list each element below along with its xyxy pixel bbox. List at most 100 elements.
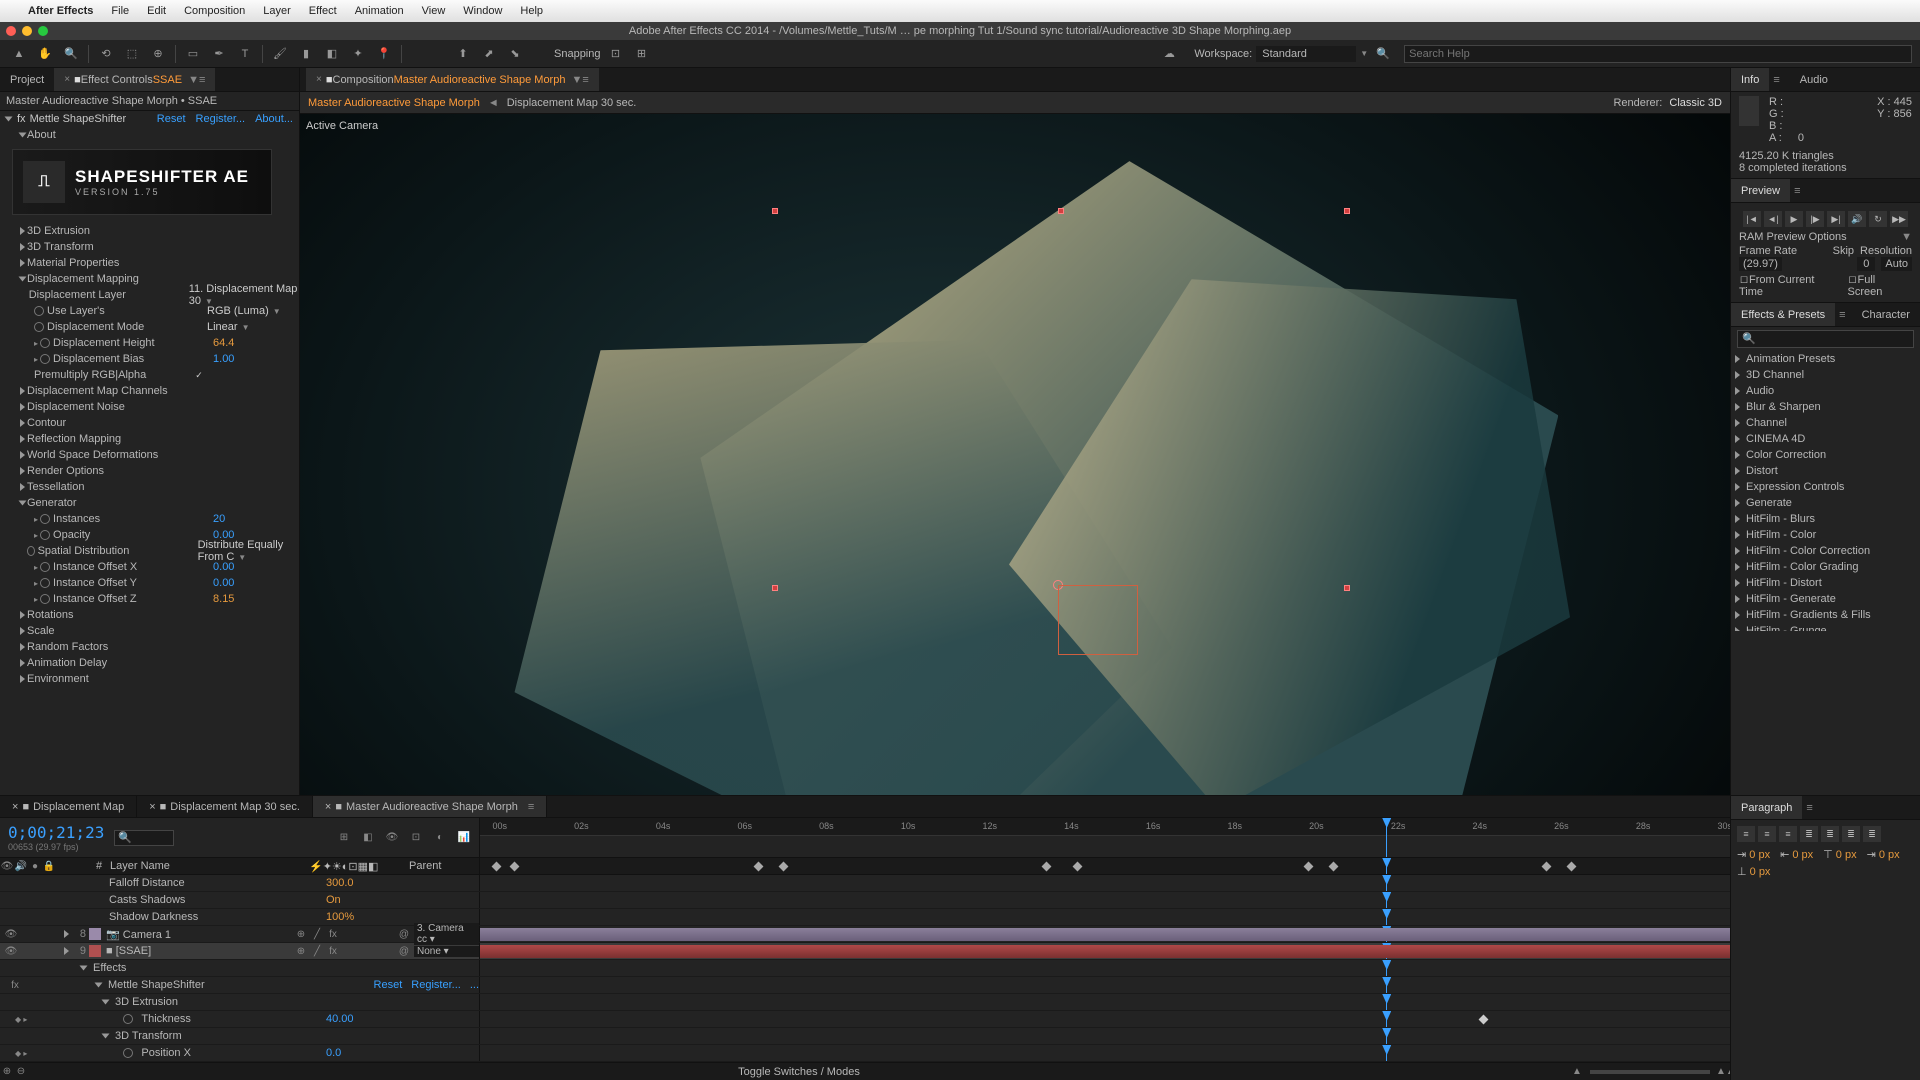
- twirl-icon[interactable]: [19, 277, 27, 282]
- twirl-icon[interactable]: [64, 947, 69, 955]
- selection-tool-icon[interactable]: ▲: [8, 44, 30, 64]
- prop-group[interactable]: Displacement Noise: [27, 401, 187, 413]
- clone-tool-icon[interactable]: ▮: [295, 44, 317, 64]
- tab-info[interactable]: Info: [1731, 68, 1769, 91]
- twirl-icon[interactable]: [20, 627, 25, 635]
- label-color[interactable]: [89, 945, 101, 957]
- rotation-tool-icon[interactable]: ⟲: [95, 44, 117, 64]
- register-button[interactable]: Register...: [196, 113, 246, 125]
- graph-editor-icon[interactable]: 📊: [457, 832, 471, 843]
- axis-local-icon[interactable]: ⬆: [452, 44, 474, 64]
- twirl-icon[interactable]: [1735, 483, 1740, 491]
- tab-effects-presets[interactable]: Effects & Presets: [1731, 303, 1835, 326]
- effects-category[interactable]: HitFilm - Gradients & Fills: [1731, 607, 1920, 623]
- skip-dropdown[interactable]: 0: [1857, 257, 1875, 271]
- twirl-icon[interactable]: [20, 243, 25, 251]
- menu-help[interactable]: Help: [520, 5, 543, 17]
- motion-blur-icon[interactable]: ◐: [433, 832, 447, 843]
- comp-mini-flowchart-icon[interactable]: ⊞: [337, 832, 351, 843]
- twirl-icon[interactable]: [102, 1034, 110, 1039]
- align-right-icon[interactable]: ≡: [1779, 826, 1797, 842]
- next-frame-icon[interactable]: |▶: [1806, 211, 1824, 227]
- twirl-icon[interactable]: [1735, 419, 1740, 427]
- menu-view[interactable]: View: [422, 5, 446, 17]
- expand-icon[interactable]: ⊕: [0, 1066, 14, 1077]
- twirl-icon[interactable]: [20, 675, 25, 683]
- fx-toggle-icon[interactable]: fx: [8, 980, 22, 991]
- twirl-icon[interactable]: [95, 983, 103, 988]
- layer-bar[interactable]: [480, 928, 1730, 941]
- twirl-icon[interactable]: [1735, 531, 1740, 539]
- effects-category[interactable]: Color Correction: [1731, 447, 1920, 463]
- layer-search-input[interactable]: [114, 830, 174, 846]
- prop-group[interactable]: 3D Extrusion: [27, 225, 187, 237]
- twirl-icon[interactable]: [20, 611, 25, 619]
- pan-behind-tool-icon[interactable]: ⊕: [147, 44, 169, 64]
- parent-dropdown[interactable]: 3. Camera cc ▾: [414, 923, 479, 945]
- tab-project[interactable]: Project: [0, 68, 54, 91]
- stopwatch-icon[interactable]: [40, 354, 50, 364]
- zoom-tool-icon[interactable]: 🔍: [60, 44, 82, 64]
- prop-group[interactable]: Render Options: [27, 465, 187, 477]
- prop-value[interactable]: 100%: [326, 911, 406, 923]
- prop-group[interactable]: 3D Extrusion: [113, 996, 479, 1008]
- justify-all-icon[interactable]: ≣: [1863, 826, 1881, 842]
- space-after[interactable]: 0 px: [1750, 866, 1771, 878]
- ram-preview-options-dropdown[interactable]: RAM Preview Options: [1739, 231, 1847, 243]
- effects-category[interactable]: HitFilm - Color: [1731, 527, 1920, 543]
- tab-preview[interactable]: Preview: [1731, 179, 1790, 202]
- effect-twirl-icon[interactable]: [5, 117, 13, 122]
- breadcrumb-current[interactable]: Master Audioreactive Shape Morph: [308, 97, 480, 109]
- prop-value[interactable]: 1.00: [213, 353, 234, 365]
- video-toggle-icon[interactable]: 👁: [4, 946, 18, 957]
- effects-category[interactable]: Generate: [1731, 495, 1920, 511]
- video-toggle-icon[interactable]: 👁: [4, 929, 18, 940]
- tab-displacement-map[interactable]: ×■ Displacement Map: [0, 796, 137, 817]
- stopwatch-icon[interactable]: [40, 530, 50, 540]
- prop-dropdown[interactable]: Distribute Equally From C▼: [198, 539, 299, 563]
- justify-center-icon[interactable]: ≣: [1821, 826, 1839, 842]
- menu-composition[interactable]: Composition: [184, 5, 245, 17]
- twirl-icon[interactable]: [1735, 595, 1740, 603]
- prop-group[interactable]: Generator: [27, 497, 187, 509]
- effects-category[interactable]: Expression Controls: [1731, 479, 1920, 495]
- zoom-icon[interactable]: [38, 26, 48, 36]
- frame-rate-dropdown[interactable]: (29.97): [1739, 257, 1782, 271]
- zoom-slider[interactable]: [1590, 1070, 1710, 1074]
- prop-group[interactable]: Environment: [27, 673, 187, 685]
- snapping-toggle-icon[interactable]: ⊡: [605, 44, 627, 64]
- window-controls[interactable]: [6, 26, 48, 36]
- flowchart-breadcrumb[interactable]: Master Audioreactive Shape Morph ◄ Displ…: [300, 92, 1730, 114]
- prop-checkbox[interactable]: ✓: [194, 370, 204, 380]
- effects-category[interactable]: Audio: [1731, 383, 1920, 399]
- twirl-icon[interactable]: [1735, 403, 1740, 411]
- tab-displacement-map-30[interactable]: ×■ Displacement Map 30 sec.: [137, 796, 313, 817]
- prop-value[interactable]: 0.00: [213, 561, 234, 573]
- twirl-icon[interactable]: [1735, 371, 1740, 379]
- twirl-icon[interactable]: [20, 387, 25, 395]
- eraser-tool-icon[interactable]: ◧: [321, 44, 343, 64]
- reset-button[interactable]: Reset: [157, 113, 186, 125]
- zoom-in-icon[interactable]: ▲: [1570, 1066, 1584, 1077]
- effects-category[interactable]: Distort: [1731, 463, 1920, 479]
- twirl-icon[interactable]: [20, 259, 25, 267]
- prop-group[interactable]: 3D Transform: [113, 1030, 479, 1042]
- twirl-icon[interactable]: [20, 451, 25, 459]
- about-twirl-icon[interactable]: [19, 133, 27, 138]
- twirl-icon[interactable]: [1735, 467, 1740, 475]
- twirl-icon[interactable]: [1735, 627, 1740, 631]
- first-line[interactable]: 0 px: [1879, 849, 1900, 861]
- prop-group[interactable]: 3D Transform: [27, 241, 187, 253]
- video-col-icon[interactable]: 👁: [0, 861, 14, 872]
- puppet-tool-icon[interactable]: 📍: [373, 44, 395, 64]
- prop-dropdown[interactable]: Linear▼: [207, 321, 250, 333]
- keyframe-icon[interactable]: [1479, 1015, 1489, 1025]
- twirl-icon[interactable]: [1735, 451, 1740, 459]
- layer-prop[interactable]: Falloff Distance: [107, 877, 323, 889]
- twirl-icon[interactable]: [20, 643, 25, 651]
- prop-group[interactable]: Reflection Mapping: [27, 433, 187, 445]
- reset-button[interactable]: Reset: [374, 979, 403, 991]
- full-screen-checkbox[interactable]: ☐Full Screen: [1848, 274, 1913, 298]
- effects-category[interactable]: HitFilm - Distort: [1731, 575, 1920, 591]
- twirl-icon[interactable]: [1735, 515, 1740, 523]
